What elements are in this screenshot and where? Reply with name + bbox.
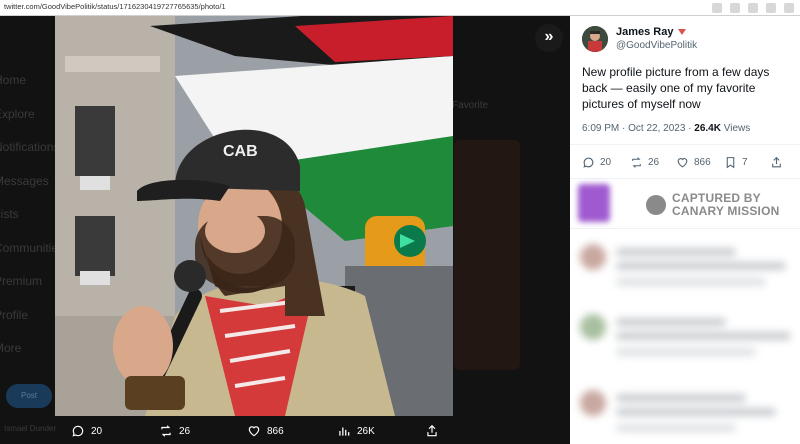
triangle-flag-icon [677, 29, 686, 35]
media-views-button[interactable]: 26K [337, 424, 375, 438]
author-handle[interactable]: @GoodVibePolitik [616, 40, 697, 51]
tweet-actions: 20 26 866 7 [582, 156, 792, 172]
heart-icon [248, 426, 260, 437]
like-count: 866 [694, 157, 711, 168]
blurred-reply [578, 314, 792, 364]
divider [570, 144, 800, 145]
watermark-text: CAPTURED BY CANARY MISSION [672, 192, 779, 218]
media-reply-button[interactable]: 20 [71, 424, 102, 438]
blurred-line [616, 248, 736, 256]
like-button[interactable]: 866 [676, 156, 711, 169]
blurred-line [616, 424, 736, 432]
media-reply-count: 20 [91, 425, 103, 437]
bookmark-count: 7 [742, 157, 748, 168]
blurred-line [616, 348, 756, 356]
extension-icon[interactable] [766, 3, 776, 13]
blurred-line [616, 408, 776, 416]
bookmark-button[interactable]: 7 [724, 156, 748, 169]
tweet-text: New profile picture from a few days back… [582, 65, 770, 111]
avatar-image [582, 26, 608, 52]
blurred-line [616, 278, 766, 286]
reply-count: 20 [600, 157, 612, 168]
media-share-button[interactable] [425, 424, 439, 438]
blurred-line [616, 332, 791, 340]
analytics-icon [339, 427, 350, 436]
blurred-line [616, 318, 726, 326]
divider [570, 228, 800, 229]
tweet-panel: James Ray @GoodVibePolitik New profile p… [570, 16, 800, 444]
tweet-photo[interactable]: CAB [55, 16, 453, 416]
canary-logo-icon [646, 195, 666, 215]
canary-mission-watermark: CAPTURED BY CANARY MISSION [646, 192, 779, 218]
blurred-line [616, 262, 786, 270]
blurred-avatar [580, 390, 606, 416]
share-icon [427, 424, 437, 437]
author-name[interactable]: James Ray [616, 26, 686, 38]
double-chevron-right-icon: » [544, 28, 554, 45]
expand-panel-button[interactable]: » [535, 24, 563, 52]
media-retweet-count: 26 [179, 425, 191, 437]
reply-icon [583, 157, 594, 168]
blurred-reply [578, 244, 792, 294]
tweet-views-count: 26.4K [694, 123, 721, 134]
share-icon [772, 156, 781, 168]
retweet-button[interactable]: 26 [630, 156, 659, 169]
blurred-reply [578, 390, 792, 440]
media-action-bar: 20 26 866 26K [55, 420, 453, 444]
media-views-count: 26K [357, 425, 375, 437]
ghost-right-label: Favorite [452, 100, 489, 111]
media-like-button[interactable]: 866 [247, 424, 284, 438]
extension-icon[interactable] [748, 3, 758, 13]
retweet-icon [161, 425, 171, 437]
reply-icon [72, 425, 84, 437]
author-avatar[interactable] [582, 26, 608, 52]
ghost-content-block [454, 140, 520, 370]
cap-text: CAB [223, 143, 258, 160]
extension-icon[interactable] [730, 3, 740, 13]
retweet-count: 26 [648, 157, 660, 168]
divider [570, 178, 800, 179]
author-name-text[interactable]: James Ray [616, 26, 674, 38]
browser-address-bar[interactable]: twitter.com/GoodVibePolitik/status/17162… [0, 0, 800, 16]
media-like-count: 866 [267, 425, 284, 437]
reply-button[interactable]: 20 [582, 156, 611, 169]
extension-icon[interactable] [712, 3, 722, 13]
photo-illustration: CAB [55, 16, 453, 416]
heart-icon [677, 158, 688, 168]
url-text[interactable]: twitter.com/GoodVibePolitik/status/17162… [4, 2, 226, 11]
ghost-user-name: Ismael Dunder [4, 424, 57, 433]
retweet-icon [632, 157, 641, 168]
blurred-avatar [580, 314, 606, 340]
blurred-avatar [580, 244, 606, 270]
watermark-line-2: CANARY MISSION [672, 204, 780, 218]
tweet-timestamp[interactable]: 6:09 PM · Oct 22, 2023 · [582, 123, 694, 134]
bookmark-icon [726, 157, 735, 169]
extension-icon[interactable] [784, 3, 794, 13]
tweet-views-label: Views [720, 123, 751, 134]
blurred-line [616, 394, 746, 402]
blurred-avatar [578, 184, 610, 222]
ghost-post-button: Post [6, 384, 52, 408]
share-button[interactable] [770, 156, 783, 169]
tweet-meta: 6:09 PM · Oct 22, 2023 · 26.4K Views [582, 123, 750, 134]
media-retweet-button[interactable]: 26 [159, 424, 190, 438]
